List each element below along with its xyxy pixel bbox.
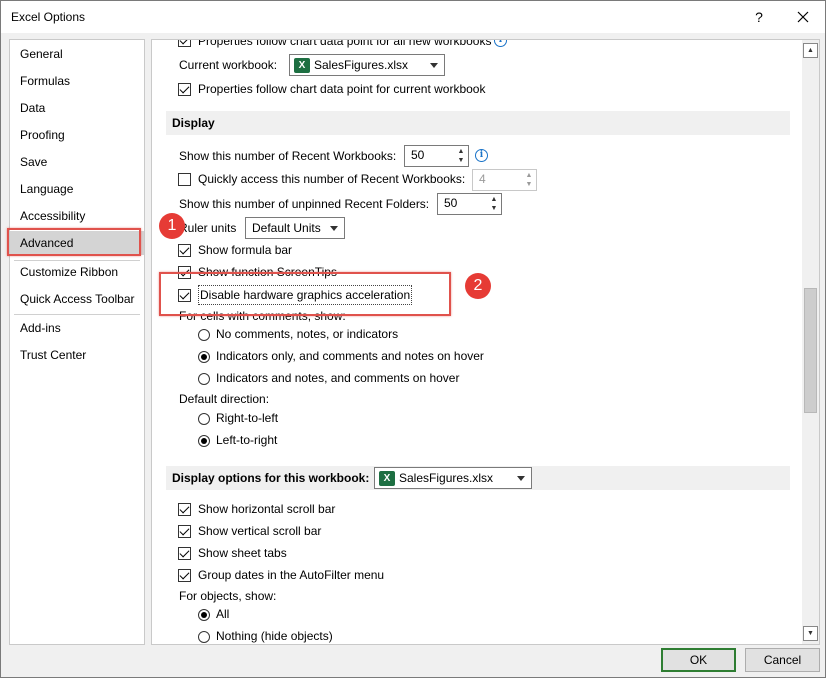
ruler-units-value: Default Units <box>252 221 321 235</box>
spinner-arrows-icon[interactable]: ▲ ▼ <box>456 147 466 165</box>
sidebar-item-proofing[interactable]: Proofing <box>10 123 144 147</box>
excel-file-icon: X <box>379 471 395 486</box>
sidebar-item-data[interactable]: Data <box>10 96 144 120</box>
comments-notes-radio[interactable] <box>198 373 210 385</box>
close-icon <box>797 11 809 23</box>
options-sidebar: General Formulas Data Proofing Save Lang… <box>9 39 145 645</box>
chevron-down-icon <box>517 476 525 481</box>
follow-current-checkbox[interactable] <box>178 83 191 96</box>
formula-bar-checkbox[interactable] <box>178 244 191 257</box>
comments-none-label: No comments, notes, or indicators <box>216 327 399 341</box>
comments-none-radio[interactable] <box>198 329 210 341</box>
direction-rtl-radio[interactable] <box>198 413 210 425</box>
recent-folders-label: Show this number of unpinned Recent Fold… <box>179 197 430 211</box>
spinner-arrows-icon[interactable]: ▲ ▼ <box>524 171 534 189</box>
current-workbook-value: SalesFigures.xlsx <box>314 58 409 72</box>
cancel-button[interactable]: Cancel <box>745 648 820 672</box>
objects-all-radio[interactable] <box>198 609 210 621</box>
close-button[interactable] <box>791 5 815 29</box>
v-scroll-label: Show vertical scroll bar <box>198 524 322 538</box>
ok-button[interactable]: OK <box>661 648 736 672</box>
hw-acceleration-highlight-box <box>159 272 451 316</box>
recent-workbooks-label: Show this number of Recent Workbooks: <box>179 149 397 163</box>
sidebar-item-save[interactable]: Save <box>10 150 144 174</box>
recent-workbooks-spinner[interactable]: 50 ▲ ▼ <box>404 145 469 167</box>
recent-folders-spinner[interactable]: 50 ▲ ▼ <box>437 193 502 215</box>
quick-access-spinner[interactable]: 4 ▲ ▼ <box>472 169 537 191</box>
excel-file-icon: X <box>294 58 310 73</box>
comments-indicators-radio[interactable] <box>198 351 210 363</box>
h-scroll-label: Show horizontal scroll bar <box>198 502 336 516</box>
ruler-units-dropdown[interactable]: Default Units <box>245 217 345 239</box>
annotation-badge-2: 2 <box>465 273 491 299</box>
follow-all-new-label: Properties follow chart data point for a… <box>198 39 492 48</box>
spinner-arrows-icon[interactable]: ▲ ▼ <box>489 195 499 213</box>
direction-rtl-label: Right-to-left <box>216 411 279 425</box>
sidebar-item-add-ins[interactable]: Add-ins <box>10 316 144 340</box>
comments-notes-label: Indicators and notes, and comments on ho… <box>216 371 460 385</box>
ruler-units-label: Ruler units <box>179 221 237 235</box>
current-workbook-dropdown[interactable]: X SalesFigures.xlsx <box>289 54 445 76</box>
direction-label: Default direction: <box>179 392 270 406</box>
objects-nothing-radio[interactable] <box>198 631 210 643</box>
info-icon: i <box>475 149 488 162</box>
workbook-display-value: SalesFigures.xlsx <box>399 471 494 485</box>
objects-all-label: All <box>216 607 230 621</box>
scroll-down-icon[interactable]: ▼ <box>803 626 818 641</box>
sheet-tabs-checkbox[interactable] <box>178 547 191 560</box>
follow-current-label: Properties follow chart data point for c… <box>198 82 486 96</box>
sidebar-item-language[interactable]: Language <box>10 177 144 201</box>
sidebar-item-quick-access-toolbar[interactable]: Quick Access Toolbar <box>10 287 144 311</box>
sidebar-divider <box>14 314 140 315</box>
sidebar-item-accessibility[interactable]: Accessibility <box>10 204 144 228</box>
advanced-options-panel: Properties follow chart data point for a… <box>151 39 820 645</box>
sidebar-item-formulas[interactable]: Formulas <box>10 69 144 93</box>
quick-access-label: Quickly access this number of Recent Wor… <box>198 172 466 186</box>
objects-nothing-label: Nothing (hide objects) <box>216 629 333 643</box>
scroll-up-icon[interactable]: ▲ <box>803 43 818 58</box>
group-dates-label: Group dates in the AutoFilter menu <box>198 568 385 582</box>
scroll-thumb[interactable] <box>804 288 817 413</box>
recent-folders-value: 50 <box>444 196 458 210</box>
annotation-badge-1: 1 <box>159 213 185 239</box>
advanced-highlight-box <box>7 228 141 256</box>
h-scroll-checkbox[interactable] <box>178 503 191 516</box>
comments-indicators-label: Indicators only, and comments and notes … <box>216 349 484 363</box>
objects-label: For objects, show: <box>179 589 277 603</box>
current-workbook-label: Current workbook: <box>179 58 278 72</box>
direction-ltr-radio[interactable] <box>198 435 210 447</box>
chevron-down-icon <box>330 226 338 231</box>
workbook-display-dropdown[interactable]: X SalesFigures.xlsx <box>374 467 532 489</box>
help-button[interactable]: ? <box>749 7 769 27</box>
sidebar-item-trust-center[interactable]: Trust Center <box>10 343 144 367</box>
dialog-title: Excel Options <box>11 10 86 24</box>
workbook-display-header: Display options for this workbook: <box>172 471 370 485</box>
excel-options-dialog: Excel Options ? General Formulas Data Pr… <box>0 0 826 678</box>
group-dates-checkbox[interactable] <box>178 569 191 582</box>
recent-workbooks-value: 50 <box>411 148 425 162</box>
section-header-display: Display <box>166 111 790 135</box>
info-icon: i <box>494 40 507 47</box>
formula-bar-label: Show formula bar <box>198 243 293 257</box>
title-bar: Excel Options ? <box>1 1 825 33</box>
sidebar-item-customize-ribbon[interactable]: Customize Ribbon <box>10 260 144 284</box>
v-scroll-checkbox[interactable] <box>178 525 191 538</box>
follow-all-new-checkbox[interactable] <box>178 40 191 47</box>
direction-ltr-label: Left-to-right <box>216 433 278 447</box>
vertical-scrollbar[interactable]: ▲ ▼ <box>802 40 819 644</box>
sheet-tabs-label: Show sheet tabs <box>198 546 287 560</box>
chevron-down-icon <box>430 63 438 68</box>
quick-access-value: 4 <box>479 172 486 186</box>
quick-access-checkbox[interactable] <box>178 173 191 186</box>
sidebar-item-general[interactable]: General <box>10 42 144 66</box>
